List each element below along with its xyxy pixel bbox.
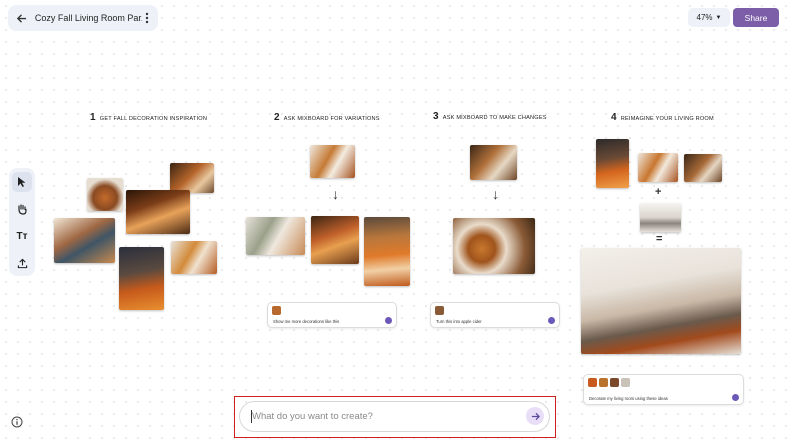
prompt-thumbnail (610, 378, 619, 387)
info-icon[interactable] (11, 415, 23, 428)
send-arrow-icon (385, 317, 392, 324)
variation-image-1[interactable] (246, 217, 305, 255)
chevron-down-icon: ▼ (715, 14, 722, 21)
reimagine-source-image-2[interactable] (638, 153, 678, 182)
upload-icon[interactable] (12, 253, 32, 273)
step-1-heading: 1 GET FALL DECORATION INSPIRATION (90, 112, 208, 123)
send-arrow-icon (548, 317, 555, 324)
zoom-control[interactable]: 47% ▼ (688, 8, 730, 27)
living-room-photo[interactable] (640, 203, 681, 232)
step-4-heading: 4 REIMAGINE YOUR LIVING ROOM (611, 112, 714, 123)
prompt-thumbnail (435, 306, 444, 315)
hand-pan-tool-icon[interactable] (12, 199, 32, 219)
prompt-card-step3[interactable]: Turn this into apple cider (430, 302, 560, 328)
inspiration-image-pumpkin[interactable] (87, 178, 123, 211)
tool-palette: Tт (9, 168, 35, 276)
inspiration-image-living-room[interactable] (54, 218, 115, 263)
step2-source-image[interactable] (310, 145, 355, 178)
back-arrow-icon[interactable] (14, 10, 30, 26)
inspiration-image-table-pumpkins[interactable] (171, 241, 217, 274)
inspiration-image-pumpkin-candles[interactable] (170, 163, 214, 193)
reimagine-source-image-3[interactable] (684, 154, 722, 182)
variation-image-3[interactable] (364, 217, 410, 286)
prompt-thumbnail (272, 306, 281, 315)
prompt-card-step2[interactable]: Show me more decorations like this (267, 302, 397, 328)
more-vert-icon[interactable] (142, 10, 152, 26)
prompt-card-step4[interactable]: Decorate my living room using these idea… (583, 374, 744, 405)
send-arrow-icon (732, 394, 739, 401)
zoom-level: 47% (696, 13, 713, 22)
share-button[interactable]: Share (733, 8, 779, 27)
down-arrow-icon: ↓ (332, 186, 339, 202)
prompt-input[interactable]: What do you want to create? (239, 401, 550, 432)
reimagined-living-room-image[interactable] (581, 248, 741, 354)
send-button[interactable] (526, 407, 544, 425)
prompt-thumbnail (621, 378, 630, 387)
board-title-bar: Cozy Fall Living Room Par... (8, 5, 158, 31)
equals-icon: = (656, 233, 663, 245)
apple-cider-image[interactable] (453, 218, 535, 274)
inspiration-image-cozy-sofa[interactable] (126, 190, 190, 234)
plus-icon: + (655, 186, 662, 198)
variation-image-2[interactable] (311, 216, 359, 264)
prompt-placeholder: What do you want to create? (252, 411, 373, 422)
step-2-heading: 2 ASK MIXBOARD FOR VARIATIONS (274, 112, 380, 123)
down-arrow-icon: ↓ (492, 186, 499, 202)
step-3-heading: 3 ASK MIXBOARD TO MAKE CHANGES (433, 111, 547, 122)
select-tool-cursor-icon[interactable] (12, 172, 32, 192)
prompt-thumbnail (599, 378, 608, 387)
reimagine-source-image-1[interactable] (596, 139, 629, 188)
board-title[interactable]: Cozy Fall Living Room Par... (35, 13, 142, 23)
prompt-thumbnail (588, 378, 597, 387)
step3-source-image[interactable] (470, 145, 517, 180)
send-arrow-icon (531, 412, 540, 420)
inspiration-image-window-leaves[interactable] (119, 247, 164, 310)
text-tool-icon[interactable]: Tт (12, 226, 32, 246)
